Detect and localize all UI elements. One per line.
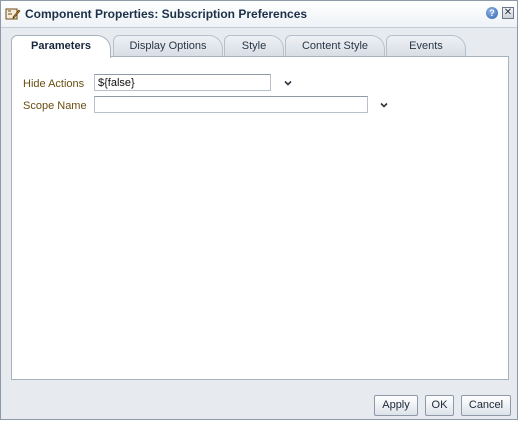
dialog-titlebar: Component Properties: Subscription Prefe… <box>1 1 517 28</box>
tab-parameters[interactable]: Parameters <box>11 35 111 58</box>
tab-bar: Parameters Display Options Style Content… <box>11 35 509 58</box>
scope-name-label: Scope Name <box>23 100 87 112</box>
scope-name-chevron-down-icon[interactable] <box>378 99 390 111</box>
ok-button[interactable]: OK <box>425 395 454 416</box>
tab-events[interactable]: Events <box>386 35 466 56</box>
help-icon[interactable]: ? <box>486 7 498 19</box>
dialog-footer: Apply OK Cancel <box>1 386 517 419</box>
hide-actions-chevron-down-icon[interactable] <box>282 77 294 89</box>
hide-actions-label: Hide Actions <box>23 78 85 90</box>
scope-name-input[interactable] <box>94 96 368 113</box>
close-icon[interactable]: ✕ <box>502 7 514 19</box>
hide-actions-input[interactable] <box>94 74 271 91</box>
dialog-title: Component Properties: Subscription Prefe… <box>25 7 308 21</box>
component-properties-icon <box>5 8 21 20</box>
apply-button[interactable]: Apply <box>374 395 418 416</box>
tab-style[interactable]: Style <box>224 35 284 56</box>
parameters-panel: Hide Actions Scope Name <box>11 56 509 380</box>
tab-display-options[interactable]: Display Options <box>113 35 223 56</box>
tab-content-style[interactable]: Content Style <box>285 35 385 56</box>
cancel-button[interactable]: Cancel <box>461 395 511 416</box>
component-properties-dialog: Component Properties: Subscription Prefe… <box>0 0 518 420</box>
